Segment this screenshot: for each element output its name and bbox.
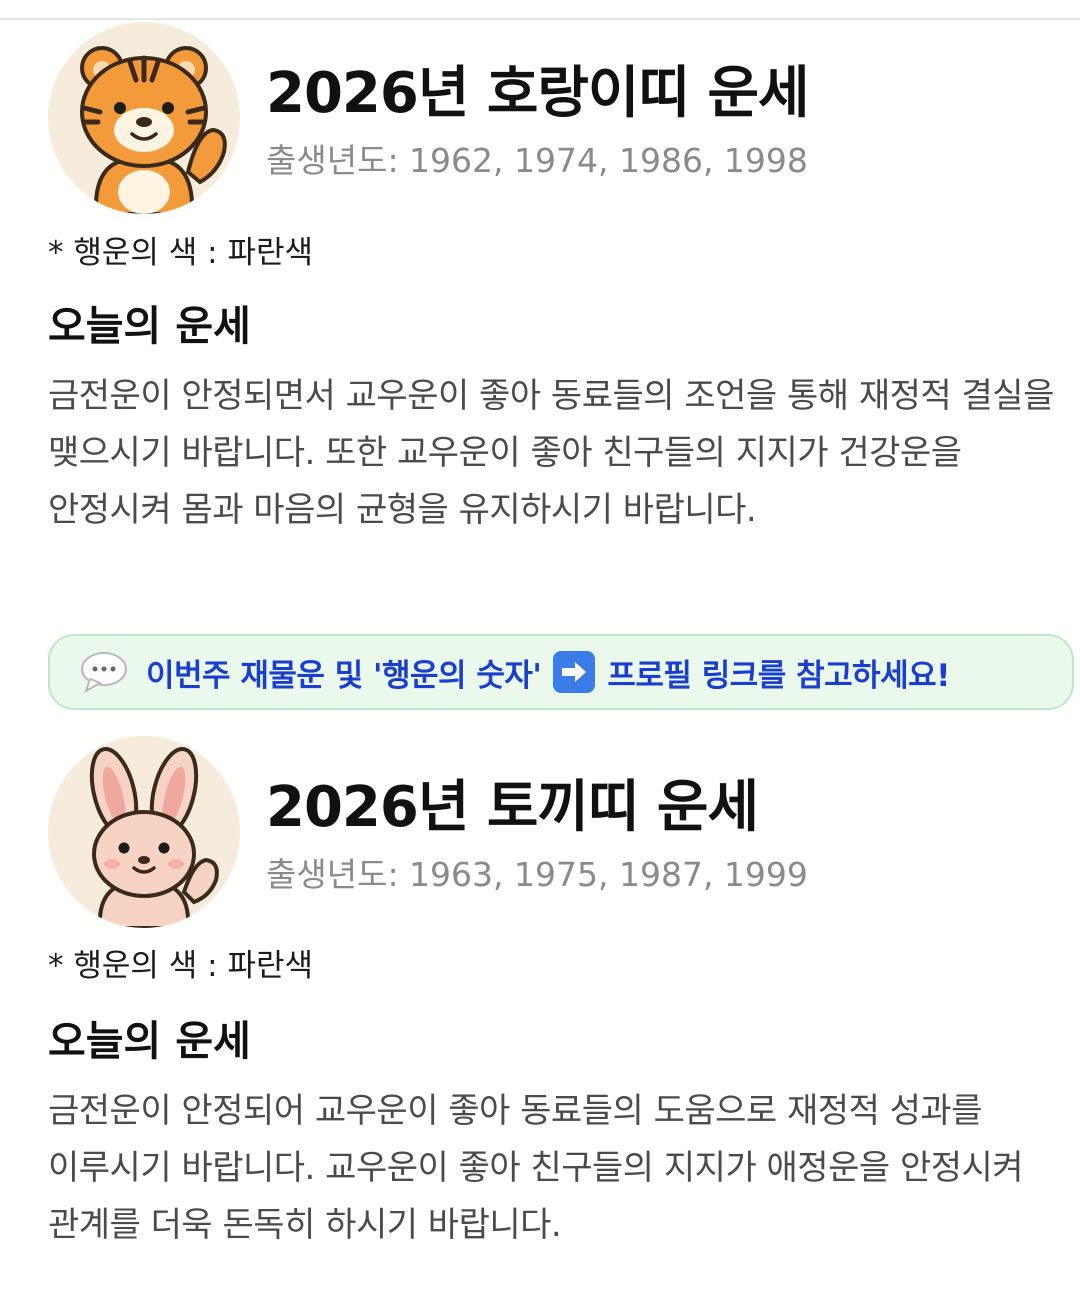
speech-bubble-icon <box>81 652 127 693</box>
top-divider <box>0 18 1080 20</box>
zodiac-title: 2026년 토끼띠 운세 <box>266 775 759 840</box>
fortune-heading: 오늘의 운세 <box>48 302 251 350</box>
profile-link-banner[interactable]: 이번주 재물운 및 '행운의 숫자' 프로필 링크를 참고하세요! <box>48 634 1074 710</box>
fortune-body: 금전운이 안정되어 교우운이 좋아 동료들의 도움으로 재정적 성과를 이루시기… <box>48 1091 1024 1245</box>
lucky-color: * 행운의 색 : 파란색 <box>48 235 313 271</box>
birth-years: 출생년도: 1962, 1974, 1986, 1998 <box>266 141 808 180</box>
fortune-heading: 오늘의 운세 <box>48 1017 251 1065</box>
banner-text-part2[interactable]: 프로필 링크를 참고하세요! <box>607 650 950 695</box>
tiger-icon <box>80 46 227 214</box>
rabbit-avatar <box>48 736 240 928</box>
rabbit-icon <box>89 747 219 928</box>
tiger-avatar <box>48 22 240 214</box>
lucky-color: * 행운의 색 : 파란색 <box>48 948 313 984</box>
banner-text-part1: 이번주 재물운 및 '행운의 숫자' <box>146 657 542 694</box>
zodiac-title: 2026년 호랑이띠 운세 <box>266 61 809 126</box>
right-arrow-icon <box>553 651 596 693</box>
fortune-body: 금전운이 안정되면서 교우운이 좋아 동료들의 조언을 통해 재정적 결실을 맺… <box>48 376 1054 530</box>
birth-years: 출생년도: 1963, 1975, 1987, 1999 <box>266 855 808 894</box>
